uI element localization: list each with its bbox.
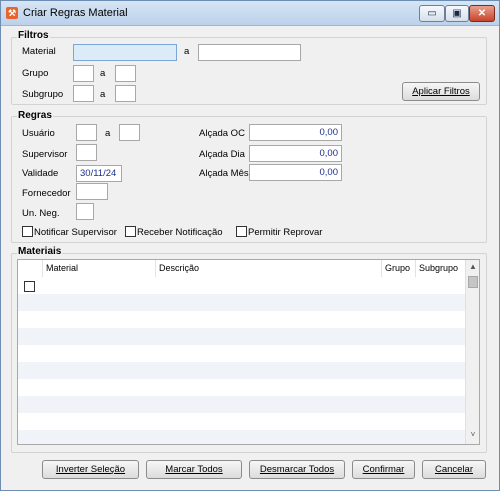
- table-row: [18, 396, 467, 413]
- table-row: [18, 413, 467, 430]
- unneg-input[interactable]: [76, 203, 94, 220]
- grupo-from-input[interactable]: [73, 65, 94, 82]
- alcada-oc-input[interactable]: 0,00: [249, 124, 342, 141]
- col-separator: [415, 260, 416, 277]
- alcada-dia-label: Alçada Dia: [199, 149, 245, 160]
- cancelar-button[interactable]: Cancelar: [422, 460, 486, 479]
- close-button[interactable]: ✕: [469, 5, 495, 22]
- supervisor-label: Supervisor: [22, 149, 68, 160]
- desmarcar-todos-button[interactable]: Desmarcar Todos: [249, 460, 345, 479]
- scroll-thumb[interactable]: [468, 276, 478, 288]
- table-row: [18, 430, 467, 444]
- col-grupo[interactable]: Grupo: [385, 263, 410, 273]
- dialog-window: ⚒ Criar Regras Material ▭ ▣ ✕ Filtros Ma…: [0, 0, 500, 491]
- materiais-title: Materiais: [17, 246, 63, 257]
- permitir-reprovar-label: Permitir Reprovar: [248, 227, 323, 238]
- validade-input[interactable]: 30/11/24: [76, 165, 122, 182]
- material-range-sep: a: [184, 46, 190, 57]
- validade-label: Validade: [22, 168, 59, 179]
- window-title: Criar Regras Material: [23, 7, 128, 19]
- inverter-selecao-button[interactable]: Inverter Seleção: [42, 460, 139, 479]
- col-material[interactable]: Material: [46, 263, 78, 273]
- col-subgrupo[interactable]: Subgrupo: [419, 263, 458, 273]
- subgrupo-from-input[interactable]: [73, 85, 94, 102]
- grupo-label: Grupo: [22, 68, 49, 79]
- material-from-input[interactable]: [73, 44, 177, 61]
- maximize-button[interactable]: ▣: [445, 5, 469, 22]
- apply-filters-button[interactable]: Aplicar Filtros: [402, 82, 480, 101]
- scroll-down-icon[interactable]: ˅: [466, 430, 479, 439]
- col-separator: [42, 260, 43, 277]
- vertical-scrollbar[interactable]: ▲ ˅: [465, 260, 479, 444]
- minimize-button[interactable]: ▭: [419, 5, 445, 22]
- alcada-mes-label: Alçada Mês: [199, 168, 249, 179]
- table-row: [18, 328, 467, 345]
- usuario-to-input[interactable]: [119, 124, 140, 141]
- subgrupo-range-sep: a: [100, 89, 106, 100]
- usuario-from-input[interactable]: [76, 124, 97, 141]
- alcada-mes-input[interactable]: 0,00: [249, 164, 342, 181]
- permitir-reprovar-checkbox[interactable]: [236, 226, 247, 237]
- notificar-supervisor-checkbox[interactable]: [22, 226, 33, 237]
- usuario-range-sep: a: [105, 128, 111, 139]
- confirmar-button[interactable]: Confirmar: [352, 460, 415, 479]
- notificar-supervisor-label: Notificar Supervisor: [34, 227, 117, 238]
- unneg-label: Un. Neg.: [22, 208, 60, 219]
- alcada-dia-input[interactable]: 0,00: [249, 145, 342, 162]
- grid-header: Material Descrição Grupo Subgrupo: [18, 260, 467, 277]
- receber-notificacao-label: Receber Notificação: [137, 227, 223, 238]
- materials-grid[interactable]: Material Descrição Grupo Subgrupo ▲ ˅: [17, 259, 480, 445]
- usuario-label: Usuário: [22, 128, 55, 139]
- marcar-todos-button[interactable]: Marcar Todos: [146, 460, 242, 479]
- regras-title: Regras: [17, 110, 53, 121]
- col-separator: [381, 260, 382, 277]
- col-descricao[interactable]: Descrição: [159, 263, 199, 273]
- title-bar: ⚒ Criar Regras Material ▭ ▣ ✕: [1, 1, 499, 26]
- table-row: [18, 362, 467, 379]
- scroll-up-icon[interactable]: ▲: [466, 262, 479, 271]
- app-icon: ⚒: [6, 7, 18, 19]
- table-row: [18, 345, 467, 362]
- grupo-to-input[interactable]: [115, 65, 136, 82]
- supervisor-input[interactable]: [76, 144, 97, 161]
- fornecedor-input[interactable]: [76, 183, 108, 200]
- material-to-input[interactable]: [198, 44, 301, 61]
- alcada-oc-label: Alçada OC: [199, 128, 245, 139]
- subgrupo-to-input[interactable]: [115, 85, 136, 102]
- table-row: [18, 294, 467, 311]
- select-all-checkbox[interactable]: [24, 281, 35, 292]
- fornecedor-label: Fornecedor: [22, 188, 71, 199]
- receber-notificacao-checkbox[interactable]: [125, 226, 136, 237]
- subgrupo-label: Subgrupo: [22, 89, 64, 100]
- material-label: Material: [22, 46, 56, 57]
- col-separator: [155, 260, 156, 277]
- table-row: [18, 379, 467, 396]
- filtros-title: Filtros: [17, 30, 50, 41]
- table-row: [18, 311, 467, 328]
- grupo-range-sep: a: [100, 68, 106, 79]
